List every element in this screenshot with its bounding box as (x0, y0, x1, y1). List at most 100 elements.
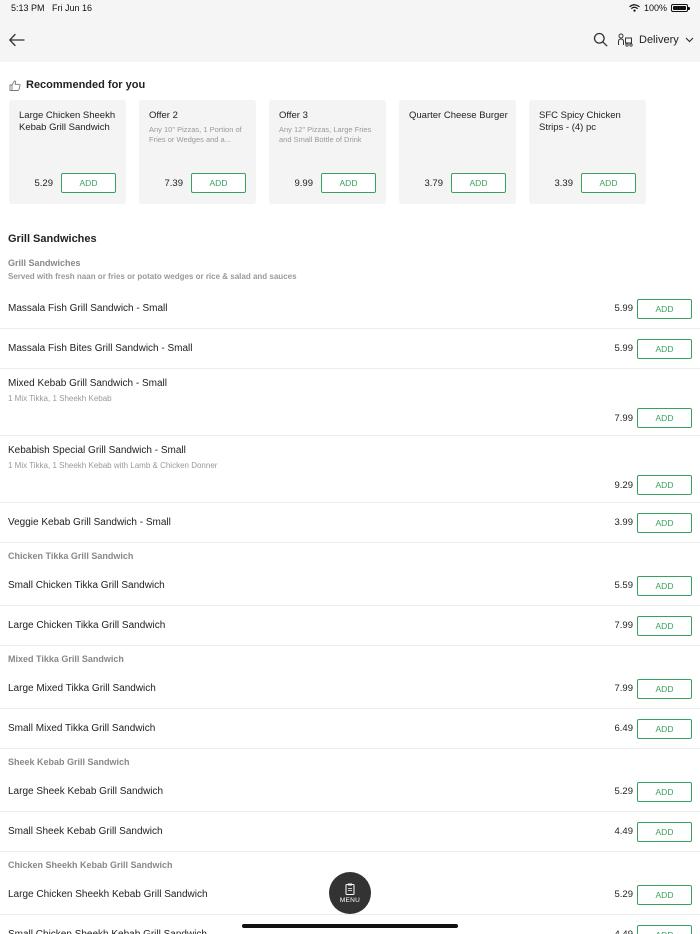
menu-item-row[interactable]: Mixed Kebab Grill Sandwich - Small 1 Mix … (0, 369, 700, 436)
add-button[interactable]: ADD (637, 339, 692, 359)
category-description: Served with fresh naan or fries or potat… (8, 272, 297, 281)
battery-percent: 100% (643, 3, 667, 13)
add-button[interactable]: ADD (637, 513, 692, 533)
recommended-card[interactable]: Quarter Cheese Burger 3.79 ADD (399, 100, 516, 204)
category-label: Mixed Tikka Grill Sandwich (8, 654, 124, 664)
delivery-label: Delivery (639, 34, 679, 46)
category-label: Chicken Sheekh Kebab Grill Sandwich (8, 860, 173, 870)
add-button[interactable]: ADD (637, 782, 692, 802)
menu-list: Grill Sandwiches Served with fresh naan o… (0, 252, 700, 934)
menu-item-row[interactable]: Veggie Kebab Grill Sandwich - Small 3.99 A… (0, 503, 700, 543)
menu-item-price: 4.49 (615, 929, 634, 934)
menu-clipboard-icon (345, 883, 355, 895)
menu-item-name: Massala Fish Bites Grill Sandwich - Smal… (8, 343, 193, 354)
menu-item-row[interactable]: Large Mixed Tikka Grill Sandwich 7.99 ADD (0, 669, 700, 709)
category-header: Grill Sandwiches Served with fresh naan o… (0, 252, 700, 289)
recommended-card-price: 9.99 (294, 178, 314, 189)
add-button[interactable]: ADD (581, 173, 636, 193)
add-button[interactable]: ADD (191, 173, 246, 193)
menu-item-price: 5.99 (614, 303, 634, 314)
menu-item-name: Large Sheek Kebab Grill Sandwich (8, 786, 164, 797)
category-label: Sheek Kebab Grill Sandwich (8, 757, 130, 767)
category-header: Mixed Tikka Grill Sandwich (0, 646, 700, 669)
top-nav-bar: Delivery (0, 17, 700, 62)
menu-item-price: 5.29 (614, 889, 634, 900)
thumbs-up-icon (9, 80, 21, 91)
menu-item-row[interactable]: Large Sheek Kebab Grill Sandwich 5.29 ADD (0, 772, 700, 812)
menu-item-price: 5.29 (614, 786, 634, 797)
recommended-card-price: 3.39 (554, 178, 574, 189)
recommended-heading: Recommended for you (9, 79, 145, 91)
category-label: Chicken Tikka Grill Sandwich (8, 551, 134, 561)
menu-item-row[interactable]: Small Sheek Kebab Grill Sandwich 4.49 ADD (0, 812, 700, 852)
menu-item-price: 3.99 (614, 517, 634, 528)
add-button[interactable]: ADD (637, 576, 692, 596)
menu-item-price: 7.99 (614, 683, 634, 694)
chevron-down-icon (685, 37, 694, 43)
recommended-card[interactable]: Offer 3 Any 12" Pizzas, Large Fries and … (269, 100, 386, 204)
menu-item-name: Small Chicken Sheekh Kebab Grill Sandwic… (8, 929, 207, 934)
status-time: 5:13 PM Fri Jun 16 (11, 3, 93, 13)
category-label: Grill Sandwiches (8, 258, 81, 268)
menu-fab-label: MENU (339, 896, 361, 904)
recommended-card-name: Offer 3 (279, 110, 308, 121)
menu-item-price: 4.49 (614, 826, 634, 837)
menu-item-name: Veggie Kebab Grill Sandwich - Small (8, 517, 171, 528)
home-indicator (242, 924, 458, 928)
add-button[interactable]: ADD (637, 616, 692, 636)
menu-item-row[interactable]: Massala Fish Bites Grill Sandwich - Smal… (0, 329, 700, 369)
category-header: Chicken Tikka Grill Sandwich (0, 543, 700, 566)
delivery-rider-icon (618, 33, 633, 47)
menu-item-name: Small Chicken Tikka Grill Sandwich (8, 580, 165, 591)
menu-item-row[interactable]: Kebabish Special Grill Sandwich - Small 1… (0, 436, 700, 503)
recommended-card-price: 5.29 (34, 178, 54, 189)
menu-item-name: Small Sheek Kebab Grill Sandwich (8, 826, 163, 837)
add-button[interactable]: ADD (637, 299, 692, 319)
menu-fab-button[interactable]: MENU (329, 872, 371, 914)
recommended-card-name: Large Chicken Sheekh Kebab Grill Sandwic… (19, 110, 116, 133)
delivery-mode-selector[interactable]: Delivery (617, 30, 694, 50)
menu-item-name: Massala Fish Grill Sandwich - Small (8, 303, 168, 314)
add-button[interactable]: ADD (637, 822, 692, 842)
recommended-card-name: Offer 2 (149, 110, 178, 121)
recommended-card-desc: Any 12" Pizzas, Large Fries and Small Bo… (279, 125, 372, 144)
back-arrow-icon[interactable] (8, 31, 26, 49)
battery-icon (671, 4, 690, 12)
add-button[interactable]: ADD (637, 475, 692, 495)
wifi-icon (629, 4, 640, 12)
menu-item-row[interactable]: Massala Fish Grill Sandwich - Small 5.99 A… (0, 289, 700, 329)
recommended-card[interactable]: Offer 2 Any 10" Pizzas, 1 Portion of Fri… (139, 100, 256, 204)
menu-item-price: 9.29 (614, 480, 634, 491)
add-button[interactable]: ADD (637, 719, 692, 739)
menu-item-row[interactable]: Small Chicken Tikka Grill Sandwich 5.59 AD… (0, 566, 700, 606)
menu-item-name: Large Mixed Tikka Grill Sandwich (8, 683, 156, 694)
recommended-card[interactable]: Large Chicken Sheekh Kebab Grill Sandwic… (9, 100, 126, 204)
status-bar: 5:13 PM Fri Jun 16 100% (0, 0, 700, 17)
menu-item-price: 6.49 (614, 723, 634, 734)
add-button[interactable]: ADD (637, 925, 692, 934)
menu-item-price: 7.99 (614, 413, 634, 424)
search-icon[interactable] (593, 32, 608, 47)
recommended-card-desc: Any 10" Pizzas, 1 Portion of Fries or We… (149, 125, 242, 144)
recommended-card-name: SFC Spicy Chicken Strips - (4) pc (539, 110, 621, 133)
menu-item-price: 5.99 (614, 343, 634, 354)
add-button[interactable]: ADD (637, 679, 692, 699)
add-button[interactable]: ADD (637, 885, 692, 905)
menu-item-price: 7.99 (614, 620, 634, 631)
menu-item-name: Large Chicken Tikka Grill Sandwich (8, 620, 166, 631)
status-right: 100% (629, 3, 690, 13)
menu-item-row[interactable]: Large Chicken Tikka Grill Sandwich 7.99 AD… (0, 606, 700, 646)
menu-item-name: Large Chicken Sheekh Kebab Grill Sandwic… (8, 889, 208, 900)
menu-item-row[interactable]: Small Mixed Tikka Grill Sandwich 6.49 ADD (0, 709, 700, 749)
add-button[interactable]: ADD (321, 173, 376, 193)
recommended-card[interactable]: SFC Spicy Chicken Strips - (4) pc 3.39 A… (529, 100, 646, 204)
menu-item-name: Mixed Kebab Grill Sandwich - Small (8, 378, 167, 389)
recommended-title: Recommended for you (26, 79, 146, 91)
add-button[interactable]: ADD (61, 173, 116, 193)
add-button[interactable]: ADD (451, 173, 506, 193)
menu-item-name: Kebabish Special Grill Sandwich - Small (8, 445, 186, 456)
recommended-card-price: 7.39 (164, 178, 184, 189)
recommended-carousel[interactable]: Large Chicken Sheekh Kebab Grill Sandwic… (9, 100, 646, 204)
section-title: Grill Sandwiches (8, 233, 97, 245)
add-button[interactable]: ADD (637, 408, 692, 428)
